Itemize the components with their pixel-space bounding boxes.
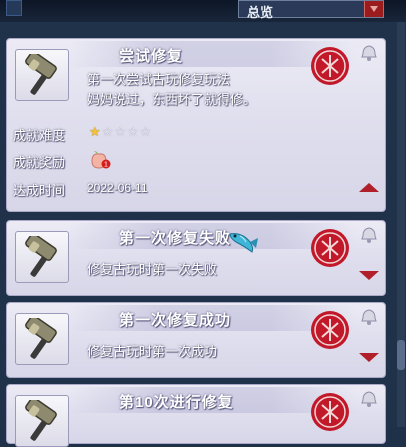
hammer-icon: [25, 54, 57, 95]
achievement-icon-frame: [15, 395, 69, 447]
achievement-seal-icon: [311, 47, 349, 85]
star-empty-icon: ☆: [126, 124, 140, 139]
menu-corner-icon[interactable]: [6, 0, 22, 16]
star-filled-icon: ★: [89, 124, 102, 139]
bell-icon[interactable]: [359, 307, 379, 327]
achievement-icon-frame: [15, 49, 69, 101]
achievement-title: 第一次修复失败: [119, 230, 232, 247]
achievement-seal-icon: [311, 311, 349, 349]
reward-count-badge: 1: [104, 162, 108, 169]
achievement-title: 尝试修复: [119, 48, 184, 65]
achievement-card[interactable]: 第10次进行修复: [6, 384, 386, 447]
achievement-description: 修复古玩时第一次失败: [87, 262, 218, 277]
category-filter-dropdown[interactable]: 总览: [238, 0, 384, 20]
achievement-description: 修复古玩时第一次成功: [87, 344, 218, 359]
hammer-icon: [25, 400, 57, 441]
collapse-arrow-icon[interactable]: [359, 183, 379, 192]
achievement-list: 尝试修复 第一次尝试古玩修复玩法 妈妈说过，东西坏了就得修。 成就难度 ★☆☆☆…: [0, 22, 406, 447]
bell-icon[interactable]: [359, 389, 379, 409]
hammer-icon: [25, 236, 57, 277]
achievement-card[interactable]: 第一次修复失败 修复古玩时第一次失败: [6, 220, 386, 296]
difficulty-stars: ★☆☆☆☆: [89, 124, 152, 140]
achievement-description-line2: 妈妈说过，东西坏了就得修。: [87, 92, 257, 107]
peach-icon[interactable]: 1: [89, 149, 111, 169]
bell-icon[interactable]: [359, 43, 379, 63]
achievement-icon-frame: [15, 313, 69, 365]
achievement-description-line1: 第一次尝试古玩修复玩法: [87, 72, 231, 87]
star-empty-icon: ☆: [101, 124, 115, 139]
bell-icon[interactable]: [359, 225, 379, 245]
cursor-fish-icon: [229, 233, 258, 253]
achievement-title: 第一次修复成功: [119, 312, 232, 329]
star-empty-icon: ☆: [114, 124, 127, 139]
date-value: 2022-06-11: [87, 181, 148, 195]
top-bar: 总览: [0, 0, 406, 22]
expand-arrow-icon[interactable]: [359, 353, 379, 362]
chevron-down-icon[interactable]: [364, 1, 383, 17]
achievement-card[interactable]: 第一次修复成功 修复古玩时第一次成功: [6, 302, 386, 378]
hammer-icon: [25, 318, 57, 359]
achievement-card-expanded[interactable]: 尝试修复 第一次尝试古玩修复玩法 妈妈说过，东西坏了就得修。 成就难度 ★☆☆☆…: [6, 38, 386, 212]
scrollbar-thumb[interactable]: [397, 340, 405, 370]
achievement-icon-frame: [15, 231, 69, 283]
achievement-title: 第10次进行修复: [119, 394, 234, 411]
category-filter-label: 总览: [247, 5, 274, 20]
reward-label: 成就奖励: [13, 155, 66, 170]
achievement-seal-icon: [311, 229, 349, 267]
star-empty-icon: ☆: [139, 124, 153, 139]
date-label: 达成时间: [13, 183, 66, 198]
difficulty-label: 成就难度: [13, 128, 66, 143]
expand-arrow-icon[interactable]: [359, 271, 379, 280]
